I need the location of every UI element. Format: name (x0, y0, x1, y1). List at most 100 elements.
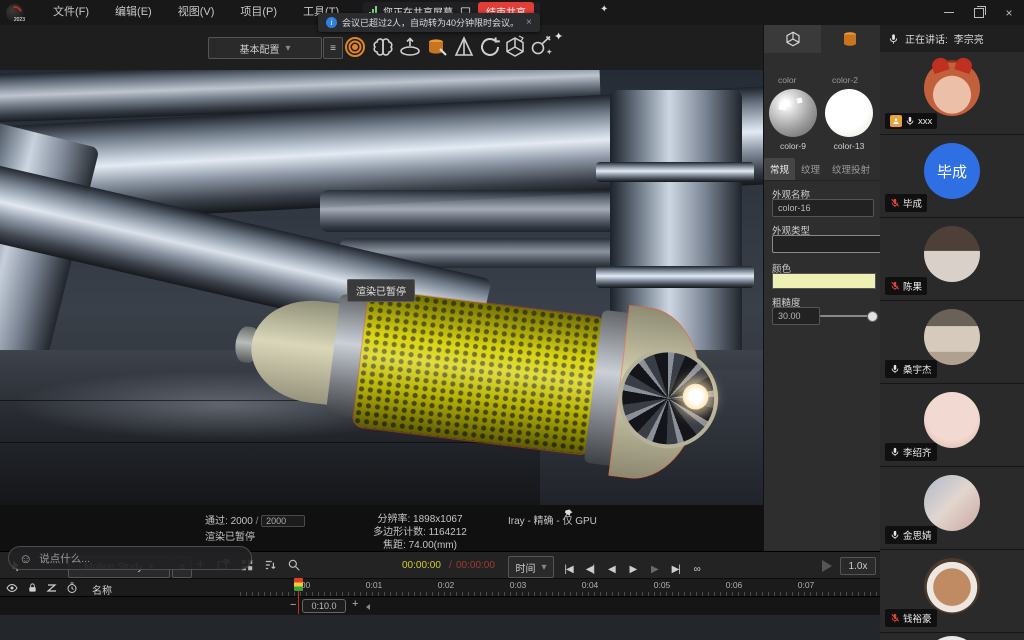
loop-button[interactable]: ∞ (689, 564, 706, 575)
ruler-label: 0:07 (798, 580, 815, 590)
avatar (924, 558, 980, 614)
play-button[interactable]: ▶ (624, 564, 641, 575)
avatar (924, 392, 980, 448)
speaking-name: 李宗亮 (954, 31, 984, 46)
passes-total-input[interactable]: 2000 (261, 515, 305, 527)
visibility-eye-icon[interactable] (6, 582, 18, 594)
render-target-icon[interactable] (343, 35, 367, 59)
menu-file[interactable]: 文件(F) (40, 0, 102, 25)
playhead-marker[interactable] (294, 578, 303, 591)
time-unit-dropdown[interactable]: 时间▾ (508, 556, 554, 578)
mic-on-icon (905, 116, 915, 126)
toast-text: 会议已超过2人，自动转为40分钟限时会议。 (342, 16, 519, 29)
swatch-name: color-9 (769, 141, 817, 151)
tab-general[interactable]: 常规 (764, 158, 795, 180)
speaking-mic-icon (888, 33, 899, 45)
playback-speed-dropdown[interactable]: 1.0x (840, 557, 876, 575)
camera-effects-icon[interactable] (529, 35, 553, 59)
cylinder-icon (841, 30, 859, 48)
participant-name: 桑宇杰 (903, 362, 932, 376)
keyframe-clock-icon[interactable] (66, 582, 78, 594)
property-tabs: 常规 纹理 纹理投射 (764, 158, 881, 181)
frame-forward-button[interactable]: ▶ (646, 564, 663, 575)
swatch-color-13[interactable] (825, 89, 873, 137)
timeline-duration-input[interactable]: 0:10.0 (302, 599, 346, 613)
chat-placeholder: 说点什么... (39, 551, 90, 566)
menu-edit[interactable]: 编辑(E) (102, 0, 165, 25)
model-box-icon[interactable] (503, 35, 527, 59)
turntable-icon[interactable] (398, 35, 422, 59)
sort-icon[interactable] (263, 558, 278, 572)
participant-tile[interactable]: 毕成 毕成 (880, 135, 1024, 218)
tab-texture[interactable]: 纹理 (795, 158, 826, 180)
pipe (320, 190, 640, 232)
swatch-color-9[interactable] (769, 89, 817, 137)
swatch-name: color-13 (825, 141, 873, 151)
participant-tile-partial[interactable] (880, 633, 1024, 640)
timeline-zoom-out-button[interactable]: − (290, 599, 296, 611)
toast-close-icon[interactable]: × (526, 17, 532, 28)
configuration-menu-icon[interactable]: ≡ (323, 37, 343, 59)
roughness-input[interactable]: 30.00 (772, 307, 820, 325)
lock-icon[interactable] (27, 582, 38, 594)
play-backward-button[interactable]: ◀ (603, 564, 620, 575)
close-button[interactable]: × (994, 0, 1024, 25)
pivot-axes-icon[interactable] (452, 35, 476, 59)
rotate-reset-icon[interactable] (478, 35, 502, 59)
passes-label: 通过: (205, 516, 228, 527)
mic-on-icon (890, 364, 900, 374)
participant-tile[interactable]: 陈果 (880, 218, 1024, 301)
tab-models[interactable] (764, 25, 821, 53)
timeline-track-area[interactable]: − 0:10.0 + (0, 596, 880, 615)
mic-muted-icon (890, 613, 900, 623)
current-time: 00:00:00 (402, 560, 441, 571)
ruler-label: 0:04 (582, 580, 599, 590)
time-separator: / (449, 560, 452, 571)
restore-button[interactable] (964, 0, 994, 25)
participant-tile[interactable]: 钱裕豪 (880, 550, 1024, 633)
appearance-bucket-icon[interactable] (425, 35, 449, 59)
participant-tile[interactable]: 李绍齐 (880, 384, 1024, 467)
roughness-slider-track[interactable] (820, 315, 872, 317)
render-play-button[interactable] (822, 560, 832, 572)
tab-appearances[interactable] (821, 25, 878, 54)
participant-tile[interactable]: xxx (880, 52, 1024, 135)
avatar (924, 226, 980, 282)
toolbar-sparkle-icon: ✦ (554, 30, 563, 43)
cube-icon (784, 30, 802, 48)
denoiser-brain-icon[interactable] (371, 35, 395, 59)
appearance-name-input[interactable]: color-16 (772, 199, 874, 217)
roughness-slider-handle[interactable] (867, 311, 878, 322)
meeting-chat-input[interactable]: ☺ 说点什么... (8, 546, 252, 570)
color-swatch-value[interactable] (772, 273, 876, 289)
mic-on-icon (890, 447, 900, 457)
tab-texture-mapping[interactable]: 纹理投射 (826, 158, 876, 180)
minimize-button[interactable] (934, 0, 964, 25)
paused-status-text: 渲染已暂停 (205, 528, 255, 543)
search-icon[interactable] (287, 558, 301, 572)
participant-tile[interactable]: 金思婧 (880, 467, 1024, 550)
participant-name: 李绍齐 (903, 445, 932, 459)
participant-tile[interactable]: 桑宇杰 (880, 301, 1024, 384)
model-body-honeycomb (352, 289, 605, 455)
configuration-dropdown[interactable]: 基本配置▾ (208, 37, 322, 59)
frame-back-button[interactable]: ◀| (581, 564, 598, 575)
speaking-prefix: 正在讲话: (905, 31, 948, 46)
timeline-collapse-arrow[interactable] (366, 604, 370, 610)
participant-name: xxx (918, 116, 932, 127)
avatar (924, 309, 980, 365)
menu-project[interactable]: 项目(P) (227, 0, 290, 25)
meeting-sidebar: 正在讲话: 李宗亮 xxx 毕成 毕成 (880, 25, 1024, 640)
timeline-ruler[interactable]: 0:00 0:01 0:02 0:03 0:04 0:05 0:06 0:07 (240, 579, 880, 597)
timeline-zoom-in-button[interactable]: + (352, 598, 358, 610)
skip-start-button[interactable]: |◀ (560, 564, 577, 575)
motion-path-icon[interactable] (46, 582, 58, 594)
appearance-type-dropdown[interactable] (772, 235, 884, 253)
participant-name: 金思婧 (903, 528, 932, 542)
avatar (924, 636, 980, 640)
skip-end-button[interactable]: ▶| (667, 564, 684, 575)
ruler-label: 0:01 (366, 580, 383, 590)
menu-view[interactable]: 视图(V) (165, 0, 228, 25)
pin-icon[interactable] (562, 508, 574, 520)
smiley-icon[interactable]: ☺ (19, 551, 32, 566)
